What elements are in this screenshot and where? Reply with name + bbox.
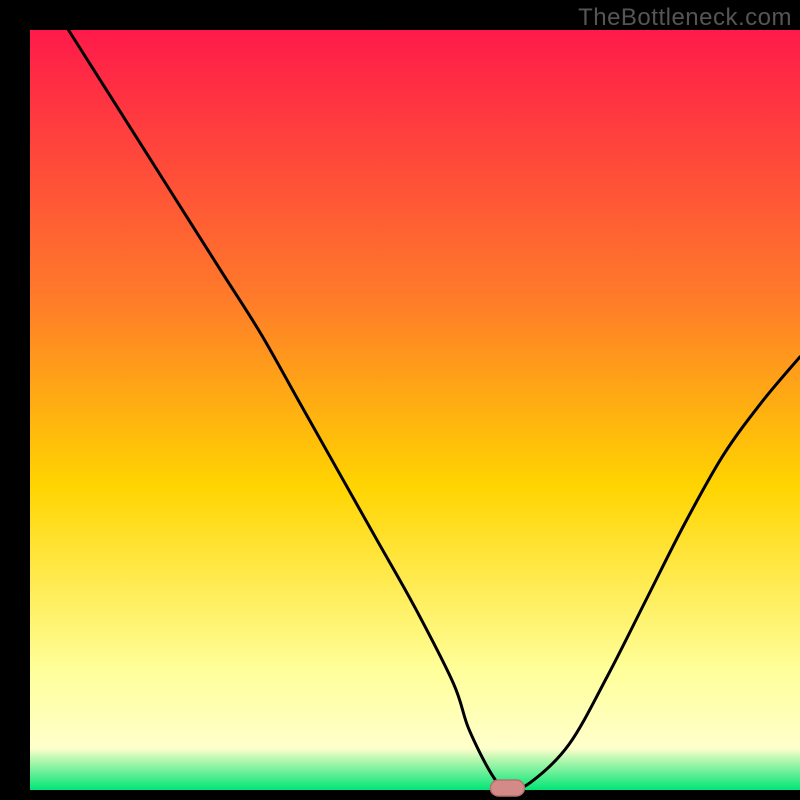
watermark-text: TheBottleneck.com	[578, 4, 792, 32]
plot-area	[30, 30, 800, 790]
optimum-marker	[490, 780, 524, 796]
bottleneck-chart: TheBottleneck.com	[0, 0, 800, 800]
chart-svg	[0, 0, 800, 800]
